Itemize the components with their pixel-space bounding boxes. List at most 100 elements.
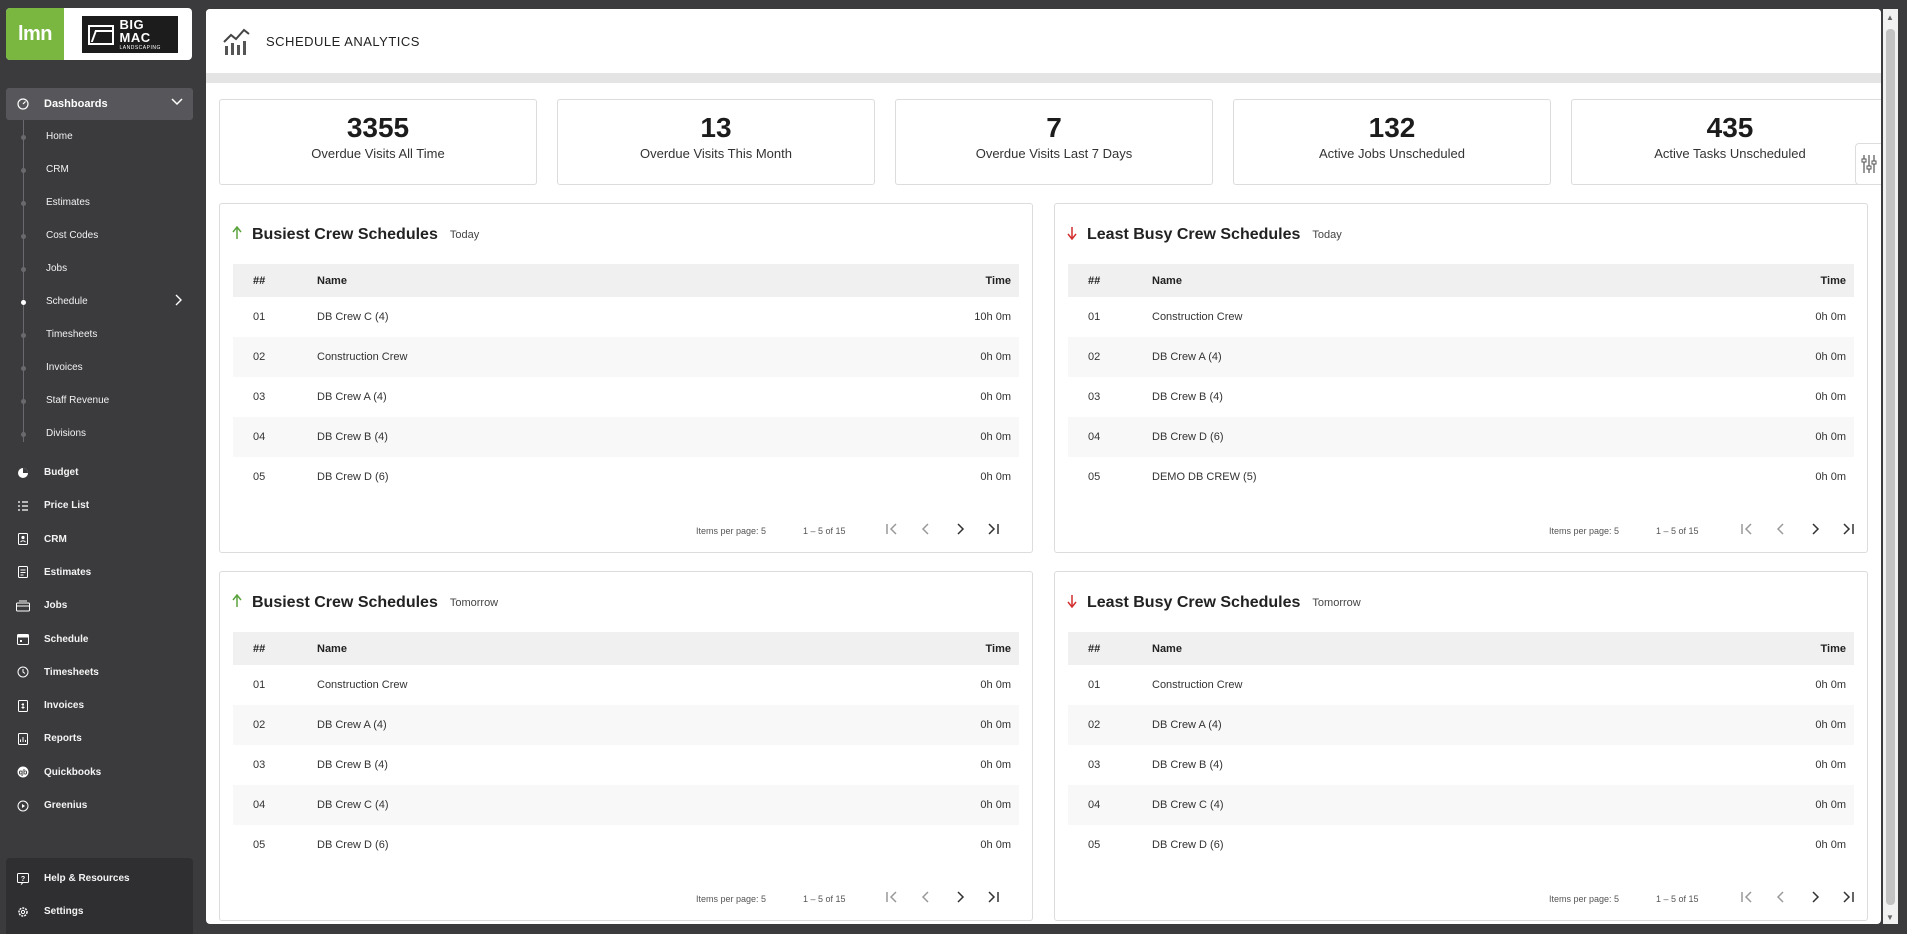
scroll-up-icon[interactable]: ▲ — [1886, 13, 1894, 22]
svg-text:qb: qb — [19, 770, 28, 777]
table-row[interactable]: 02 DB Crew A (4) 0h 0m — [1068, 705, 1854, 745]
nav-group-dashboards[interactable]: Dashboards — [6, 88, 193, 120]
vertical-scrollbar[interactable]: ▲ ▼ — [1883, 9, 1898, 924]
sidebar-bottom: ? Help & Resources Settings — [6, 858, 193, 934]
sidebar-item-label: Invoices — [44, 700, 85, 712]
logo-box[interactable]: lmn BIG MAC LANDSCAPING — [6, 8, 192, 60]
subnav-item-jobs[interactable]: Jobs — [6, 252, 193, 285]
column-header-name[interactable]: Name — [1152, 643, 1734, 655]
previous-page-icon[interactable] — [1774, 522, 1788, 540]
column-header-name[interactable]: Name — [317, 643, 899, 655]
sidebar-item-quickbooks[interactable]: qb Quickbooks — [6, 756, 193, 789]
table-row[interactable]: 03 DB Crew B (4) 0h 0m — [1068, 377, 1854, 417]
row-time: 0h 0m — [1815, 391, 1846, 403]
column-header-name[interactable]: Name — [1152, 275, 1734, 287]
sidebar-item-help-resources[interactable]: ? Help & Resources — [6, 862, 193, 895]
scroll-thumb[interactable] — [1886, 29, 1895, 905]
last-page-icon[interactable] — [1841, 522, 1855, 540]
play-circle-icon — [16, 799, 30, 813]
subnav-item-divisions[interactable]: Divisions — [6, 417, 193, 450]
sidebar-item-schedule[interactable]: Schedule — [6, 623, 193, 656]
table-row[interactable]: 01 Construction Crew 0h 0m — [233, 665, 1019, 705]
table-row[interactable]: 05 DB Crew D (6) 0h 0m — [233, 457, 1019, 497]
first-page-icon[interactable] — [1740, 890, 1754, 908]
subnav-item-timesheets[interactable]: Timesheets — [6, 318, 193, 351]
column-header-time[interactable]: Time — [1734, 643, 1854, 655]
sidebar-item-reports[interactable]: Reports — [6, 722, 193, 755]
sidebar-item-price-list[interactable]: Price List — [6, 489, 193, 522]
sidebar-item-label: Quickbooks — [44, 766, 102, 778]
table-row[interactable]: 04 DB Crew C (4) 0h 0m — [233, 785, 1019, 825]
arrow-down-icon — [1067, 592, 1077, 613]
next-page-icon[interactable] — [1808, 522, 1822, 540]
sidebar-item-jobs[interactable]: Jobs — [6, 589, 193, 622]
sidebar-item-settings[interactable]: Settings — [6, 895, 193, 928]
table-row[interactable]: 02 DB Crew A (4) 0h 0m — [233, 705, 1019, 745]
stat-value: 435 — [1706, 112, 1754, 143]
sidebar-item-crm[interactable]: CRM — [6, 523, 193, 556]
table-row[interactable]: 04 DB Crew D (6) 0h 0m — [1068, 417, 1854, 457]
table-row[interactable]: 04 DB Crew C (4) 0h 0m — [1068, 785, 1854, 825]
panel-title-text: Busiest Crew Schedules — [252, 593, 438, 611]
table-row[interactable]: 02 DB Crew A (4) 0h 0m — [1068, 337, 1854, 377]
subnav-item-crm[interactable]: CRM — [6, 153, 193, 186]
first-page-icon[interactable] — [885, 522, 899, 540]
table-row[interactable]: 05 DB Crew D (6) 0h 0m — [233, 825, 1019, 865]
next-page-icon[interactable] — [1808, 890, 1822, 908]
subnav-item-staff-revenue[interactable]: Staff Revenue — [6, 384, 193, 417]
subnav-item-estimates[interactable]: Estimates — [6, 186, 193, 219]
last-page-icon[interactable] — [986, 890, 1000, 908]
panel-title: Least Busy Crew Schedules Tomorrow — [1067, 592, 1361, 613]
first-page-icon[interactable] — [1740, 522, 1754, 540]
previous-page-icon[interactable] — [919, 890, 933, 908]
table-row[interactable]: 04 DB Crew B (4) 0h 0m — [233, 417, 1019, 457]
previous-page-icon[interactable] — [919, 522, 933, 540]
table-row[interactable]: 03 DB Crew A (4) 0h 0m — [233, 377, 1019, 417]
panel-title: Busiest Crew Schedules Today — [232, 224, 479, 245]
last-page-icon[interactable] — [986, 522, 1000, 540]
page-range-label: 1 – 5 of 15 — [1656, 894, 1699, 904]
column-header-index[interactable]: ## — [1068, 275, 1152, 287]
scroll-down-icon[interactable]: ▼ — [1886, 913, 1894, 922]
previous-page-icon[interactable] — [1774, 890, 1788, 908]
subnav-item-home[interactable]: Home — [6, 120, 193, 153]
table-row[interactable]: 02 Construction Crew 0h 0m — [233, 337, 1019, 377]
subnav-item-invoices[interactable]: Invoices — [6, 351, 193, 384]
row-index: 03 — [253, 759, 266, 771]
column-header-time[interactable]: Time — [899, 643, 1019, 655]
table-row[interactable]: 01 Construction Crew 0h 0m — [1068, 297, 1854, 337]
sidebar-item-budget[interactable]: Budget — [6, 456, 193, 489]
table-row[interactable]: 03 DB Crew B (4) 0h 0m — [1068, 745, 1854, 785]
estimate-icon — [16, 565, 30, 579]
stat-value: 3355 — [346, 112, 410, 143]
column-header-index[interactable]: ## — [233, 643, 317, 655]
table-row[interactable]: 03 DB Crew B (4) 0h 0m — [233, 745, 1019, 785]
first-page-icon[interactable] — [885, 890, 899, 908]
list-icon — [16, 499, 30, 513]
stat-label: Overdue Visits This Month — [640, 146, 792, 161]
column-header-name[interactable]: Name — [317, 275, 899, 287]
row-index: 05 — [1088, 471, 1101, 483]
sidebar: lmn BIG MAC LANDSCAPING Dashboards Home C… — [0, 0, 200, 934]
table-row[interactable]: 05 DB Crew D (6) 0h 0m — [1068, 825, 1854, 865]
subnav-item-cost-codes[interactable]: Cost Codes — [6, 219, 193, 252]
sidebar-item-timesheets[interactable]: Timesheets — [6, 656, 193, 689]
table-row[interactable]: 01 DB Crew C (4) 10h 0m — [233, 297, 1019, 337]
column-header-time[interactable]: Time — [1734, 275, 1854, 287]
sidebar-item-estimates[interactable]: Estimates — [6, 556, 193, 589]
table-row[interactable]: 05 DEMO DB CREW (5) 0h 0m — [1068, 457, 1854, 497]
next-page-icon[interactable] — [953, 522, 967, 540]
column-header-time[interactable]: Time — [899, 275, 1019, 287]
subnav-item-schedule[interactable]: Schedule — [6, 285, 193, 318]
table-row[interactable]: 01 Construction Crew 0h 0m — [1068, 665, 1854, 705]
column-header-index[interactable]: ## — [233, 275, 317, 287]
next-page-icon[interactable] — [953, 890, 967, 908]
sidebar-item-invoices[interactable]: Invoices — [6, 689, 193, 722]
column-header-index[interactable]: ## — [1068, 643, 1152, 655]
main-panel: SCHEDULE ANALYTICS 3355 Overdue Visits Al… — [206, 9, 1881, 924]
last-page-icon[interactable] — [1841, 890, 1855, 908]
filter-settings-tab[interactable] — [1855, 143, 1881, 185]
row-index: 03 — [1088, 759, 1101, 771]
sidebar-item-greenius[interactable]: Greenius — [6, 789, 193, 822]
row-time: 10h 0m — [974, 311, 1011, 323]
